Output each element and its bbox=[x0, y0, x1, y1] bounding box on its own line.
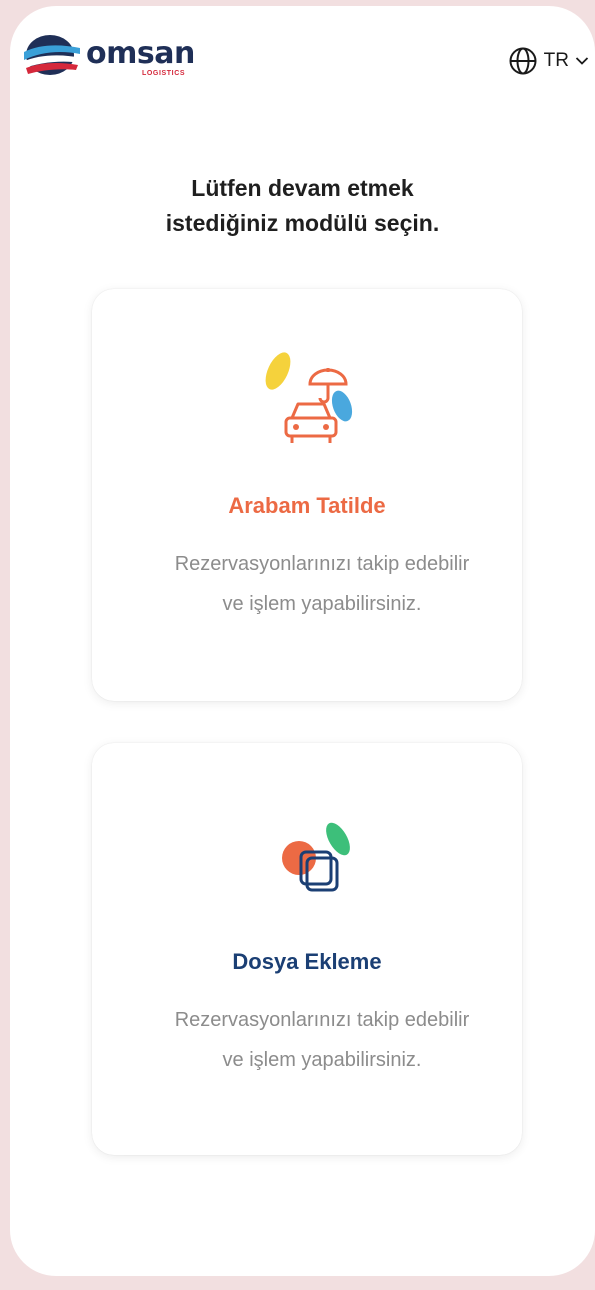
header: omsan LOGISTICS TR bbox=[10, 6, 595, 86]
page-title: Lütfen devam etmek istediğiniz modülü se… bbox=[10, 171, 595, 241]
logo-mark-icon bbox=[22, 35, 82, 75]
module-card-dosya-ekleme[interactable]: Dosya Ekleme Rezervasyonlarınızı takip e… bbox=[92, 743, 522, 1155]
language-label: TR bbox=[543, 50, 569, 71]
module-title: Arabam Tatilde bbox=[228, 493, 386, 518]
description-line-2: ve işlem yapabilirsiniz. bbox=[222, 593, 422, 615]
description-line-1: Rezervasyonlarınızı takip edebilir bbox=[174, 1009, 470, 1031]
car-umbrella-icon bbox=[265, 352, 353, 443]
title-line-2: istediğiniz modülü seçin. bbox=[165, 210, 440, 236]
logo-subtitle: LOGISTICS bbox=[142, 70, 186, 77]
description-line-2: ve işlem yapabilirsiniz. bbox=[222, 1049, 422, 1071]
title-line-1: Lütfen devam etmek bbox=[191, 175, 414, 201]
module-title: Dosya Ekleme bbox=[232, 949, 382, 974]
module-card-arabam-tatilde[interactable]: Arabam Tatilde Rezervasyonlarınızı takip… bbox=[92, 289, 522, 701]
app-screen: omsan LOGISTICS TR Lütfen devam etmek is… bbox=[10, 6, 595, 1276]
omsan-logo[interactable]: omsan LOGISTICS bbox=[22, 28, 195, 88]
logo-wordmark: omsan bbox=[86, 36, 195, 71]
module-description: Rezervasyonlarınızı takip edebilir ve iş… bbox=[112, 544, 522, 624]
module-description: Rezervasyonlarınızı takip edebilir ve iş… bbox=[112, 1000, 522, 1080]
language-selector[interactable]: TR bbox=[508, 44, 589, 78]
chevron-down-icon bbox=[575, 57, 589, 65]
document-stack-icon bbox=[282, 822, 350, 892]
description-line-1: Rezervasyonlarınızı takip edebilir bbox=[174, 553, 470, 575]
globe-icon bbox=[509, 47, 537, 75]
